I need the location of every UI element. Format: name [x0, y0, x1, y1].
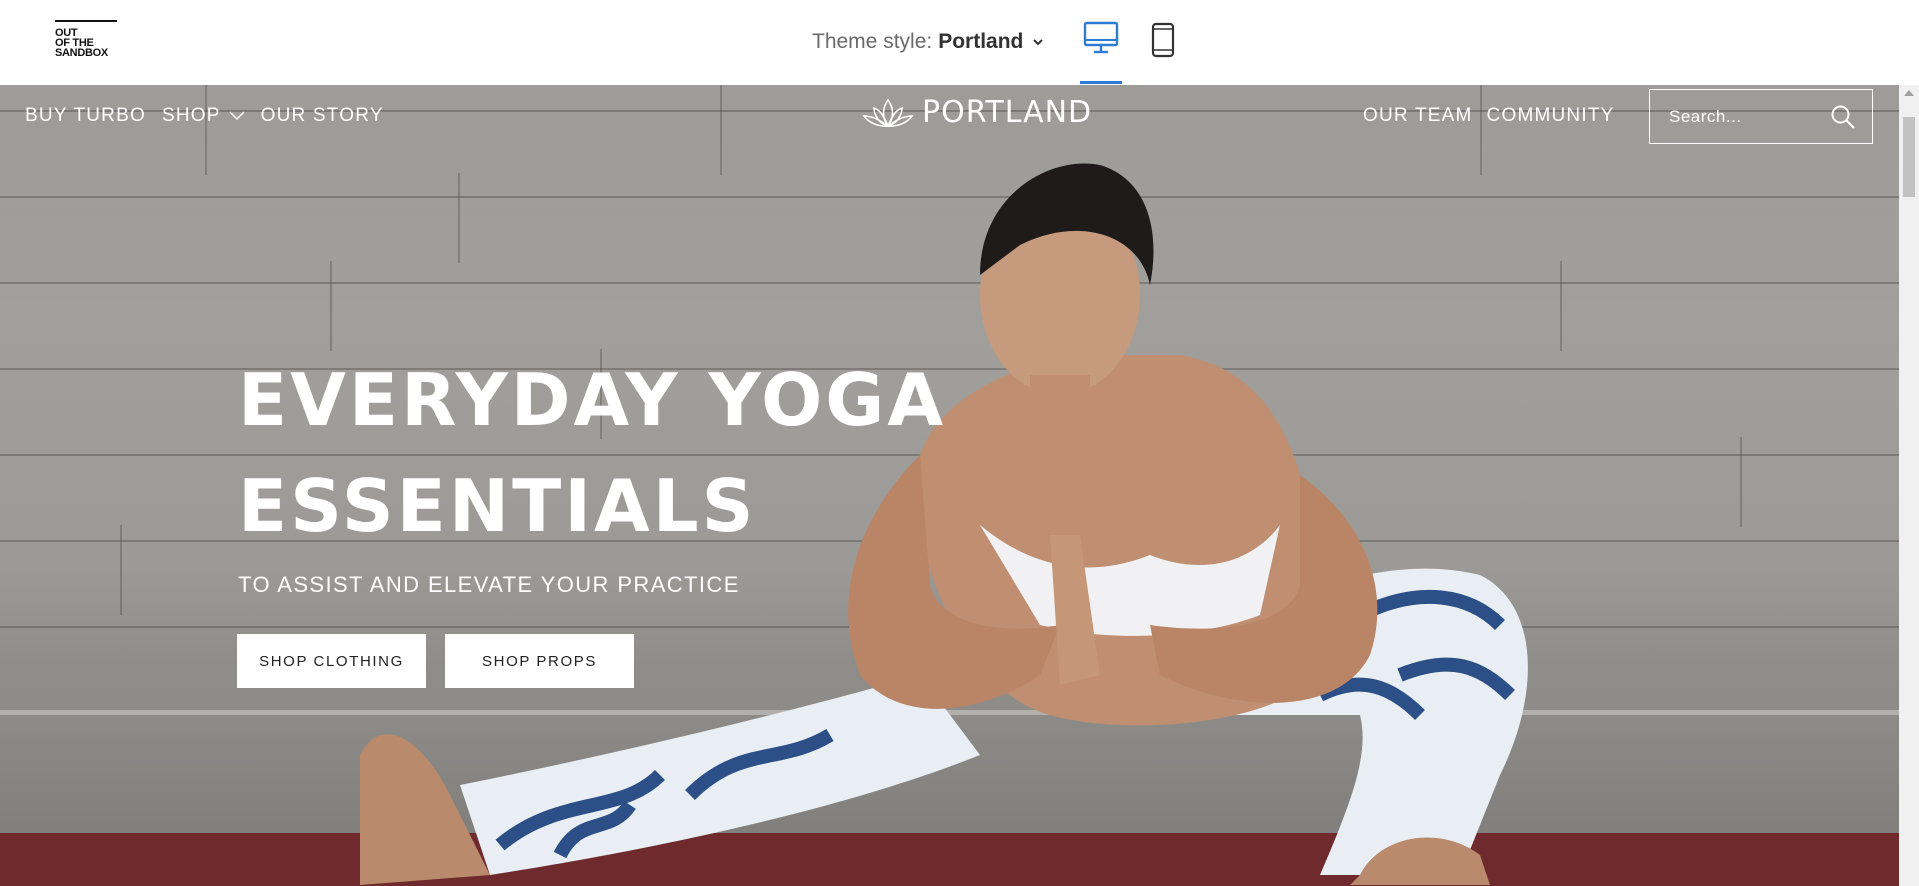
- active-device-underline: [1080, 81, 1122, 84]
- hero-subheadline: TO ASSIST AND ELEVATE YOUR PRACTICE: [238, 572, 740, 597]
- wall-joint: [1740, 437, 1742, 527]
- theme-style-label: Theme style:: [812, 30, 933, 53]
- shop-props-button[interactable]: SHOP PROPS: [445, 634, 634, 688]
- logo-bar: [55, 20, 117, 22]
- wall-joint: [205, 85, 207, 175]
- hero-banner: BUY TURBO SHOP OUR STORY PORTLAND OUR TE…: [0, 85, 1899, 886]
- page-scrollbar[interactable]: [1899, 85, 1919, 886]
- mobile-icon: [1151, 22, 1175, 58]
- scrollbar-thumb[interactable]: [1903, 117, 1915, 197]
- nav-buy-turbo[interactable]: BUY TURBO: [25, 105, 146, 127]
- nav-our-team[interactable]: OUR TEAM: [1363, 105, 1473, 127]
- logo-line: SANDBOX: [55, 47, 108, 59]
- wall-joint: [330, 261, 332, 351]
- out-of-the-sandbox-logo[interactable]: OUT OF THE SANDBOX: [55, 20, 119, 59]
- nav-our-story[interactable]: OUR STORY: [261, 105, 384, 127]
- search-input[interactable]: [1669, 106, 1829, 127]
- theme-style-value: Portland: [938, 30, 1024, 53]
- hero-headline-line: ESSENTIALS: [238, 464, 757, 548]
- desktop-icon: [1083, 21, 1119, 54]
- main-nav-right: OUR TEAM COMMUNITY: [1363, 105, 1615, 127]
- nav-community[interactable]: COMMUNITY: [1487, 105, 1615, 127]
- brand-name: PORTLAND: [922, 95, 1093, 130]
- hero-headline-line: EVERYDAY YOGA: [238, 358, 947, 442]
- scroll-up-arrow-icon[interactable]: [1904, 90, 1914, 96]
- mobile-view-button[interactable]: [1150, 22, 1178, 58]
- wall-joint: [120, 525, 122, 615]
- nav-shop[interactable]: SHOP: [162, 105, 245, 127]
- chevron-down-icon: [229, 111, 245, 121]
- desktop-view-button[interactable]: [1080, 20, 1122, 84]
- search-box[interactable]: [1649, 89, 1873, 144]
- theme-style-selector[interactable]: Theme style: Portland: [812, 30, 1045, 54]
- chevron-down-icon: [1033, 39, 1044, 46]
- shop-clothing-button[interactable]: SHOP CLOTHING: [237, 634, 426, 688]
- hero-headline: EVERYDAY YOGA ESSENTIALS: [238, 347, 946, 559]
- preview-toolbar: OUT OF THE SANDBOX Theme style: Portland: [0, 0, 1919, 85]
- portland-logo[interactable]: PORTLAND: [862, 95, 1092, 130]
- main-nav-left: BUY TURBO SHOP OUR STORY: [25, 105, 384, 127]
- lotus-icon: [862, 98, 914, 127]
- nav-shop-label: SHOP: [161, 105, 221, 126]
- search-icon[interactable]: [1830, 104, 1856, 130]
